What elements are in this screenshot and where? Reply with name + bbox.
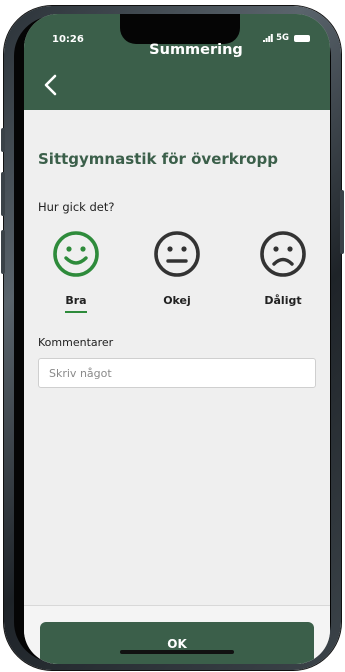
neutral-face-icon [154, 231, 200, 277]
app-screen: 10:26 5G Summering Sittgymnastik för öve… [24, 14, 330, 664]
selected-indicator [65, 311, 87, 313]
mood-option-okay[interactable]: Okej [142, 230, 212, 307]
signal-icon [263, 34, 273, 42]
page-title: Summering [149, 42, 243, 58]
side-button [1, 230, 5, 274]
mood-label: Okej [163, 294, 191, 307]
side-button [340, 190, 344, 254]
mood-option-bad[interactable]: Dåligt [248, 230, 318, 307]
app-header [24, 64, 330, 110]
question-text: Hur gick det? [38, 200, 115, 214]
smile-icon [53, 231, 99, 277]
comment-field[interactable] [38, 358, 316, 388]
side-button [1, 172, 5, 216]
ok-button[interactable]: OK [40, 622, 314, 664]
comments-label: Kommentarer [38, 336, 114, 349]
side-button [1, 128, 5, 152]
camera-notch [120, 14, 240, 44]
back-arrow-icon[interactable] [40, 72, 62, 98]
battery-icon [294, 34, 310, 42]
mood-label: Bra [65, 294, 87, 307]
home-indicator [120, 650, 234, 654]
sad-face-icon [260, 231, 306, 277]
mood-label: Dåligt [264, 294, 302, 307]
mood-option-good[interactable]: Bra [41, 230, 111, 313]
activity-title: Sittgymnastik för överkropp [38, 150, 278, 168]
